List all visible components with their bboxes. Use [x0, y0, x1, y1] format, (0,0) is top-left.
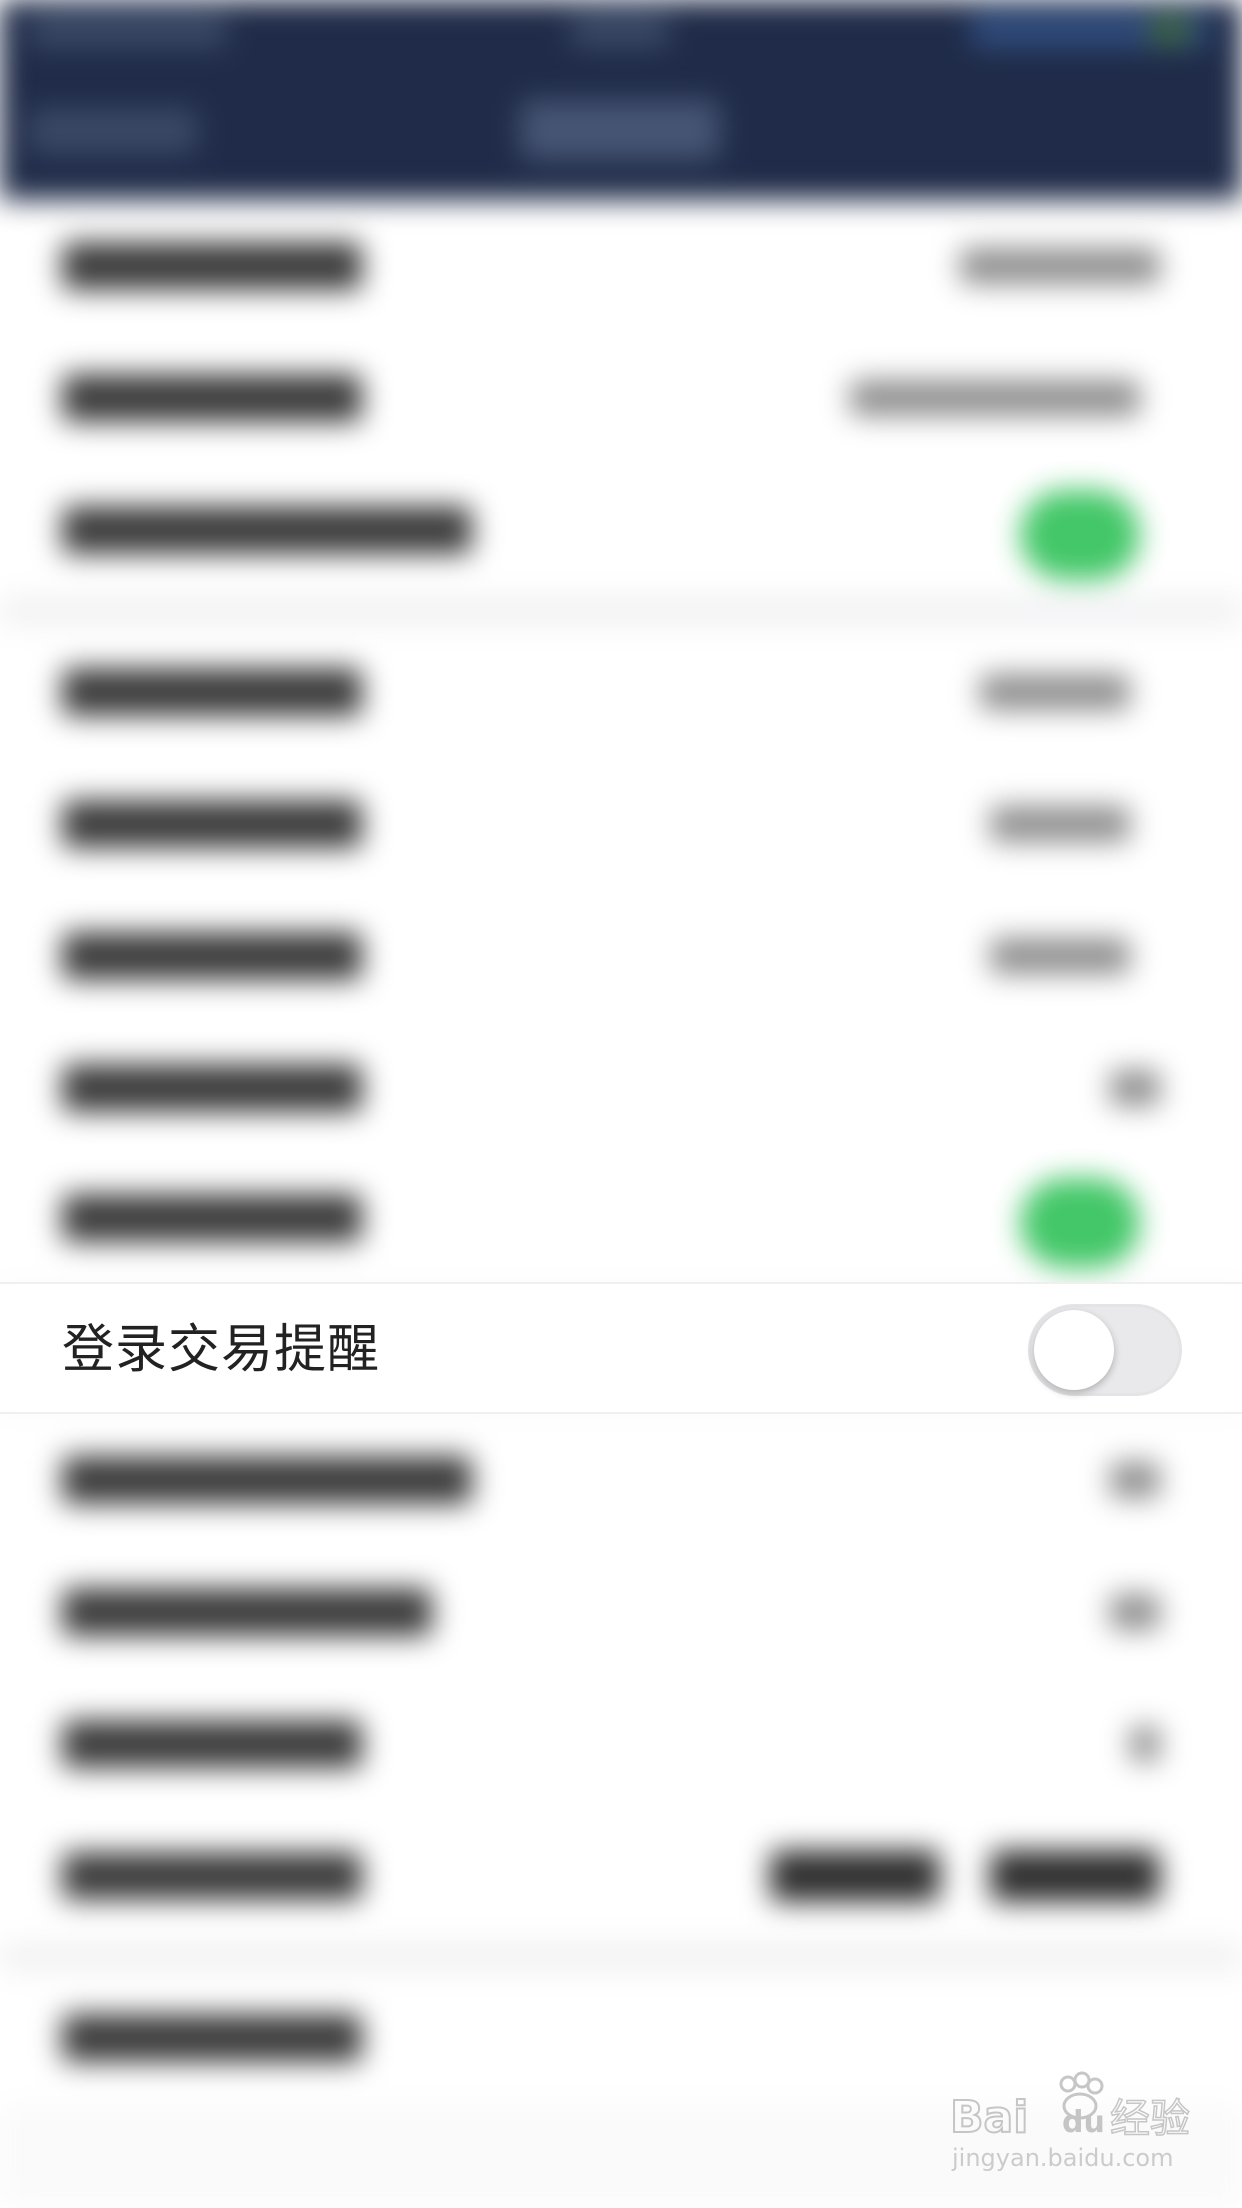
settings-row[interactable]	[0, 890, 1242, 1022]
page-title	[520, 100, 720, 160]
settings-row[interactable]	[0, 1810, 1242, 1942]
settings-row[interactable]	[0, 1678, 1242, 1810]
battery-icon	[1150, 16, 1190, 44]
toggle-knob	[1034, 1310, 1114, 1390]
settings-row[interactable]	[0, 1022, 1242, 1154]
settings-row-login-trade-reminder[interactable]: 登录交易提醒	[0, 1282, 1242, 1414]
navigation-bar	[0, 0, 1242, 200]
login-trade-reminder-label: 登录交易提醒	[62, 1320, 381, 1380]
group-separator	[0, 1942, 1242, 1972]
toggle-switch[interactable]	[1020, 490, 1140, 580]
settings-row[interactable]	[0, 200, 1242, 332]
settings-row[interactable]	[0, 626, 1242, 758]
login-trade-reminder-toggle[interactable]	[1028, 1304, 1182, 1396]
toggle-switch[interactable]	[1020, 1178, 1140, 1268]
settings-row[interactable]	[0, 464, 1242, 596]
status-bar-time	[570, 12, 670, 48]
svg-text:经验: 经验	[1110, 2096, 1190, 2142]
settings-row[interactable]	[0, 758, 1242, 890]
baidu-jingyan-watermark: Bai du 经验 jingyan.baidu.com	[950, 2071, 1191, 2172]
settings-row[interactable]	[0, 1414, 1242, 1546]
settings-row[interactable]	[0, 1546, 1242, 1678]
settings-row[interactable]	[0, 332, 1242, 464]
group-separator	[0, 596, 1242, 626]
blurred-settings-background	[0, 0, 1242, 2208]
svg-text:jingyan.baidu.com: jingyan.baidu.com	[951, 2144, 1173, 2172]
back-button[interactable]	[28, 108, 198, 154]
svg-text:du: du	[1062, 2105, 1105, 2140]
svg-text:Bai: Bai	[950, 2092, 1028, 2143]
status-bar-carrier	[28, 12, 228, 48]
settings-row[interactable]	[0, 1152, 1242, 1284]
